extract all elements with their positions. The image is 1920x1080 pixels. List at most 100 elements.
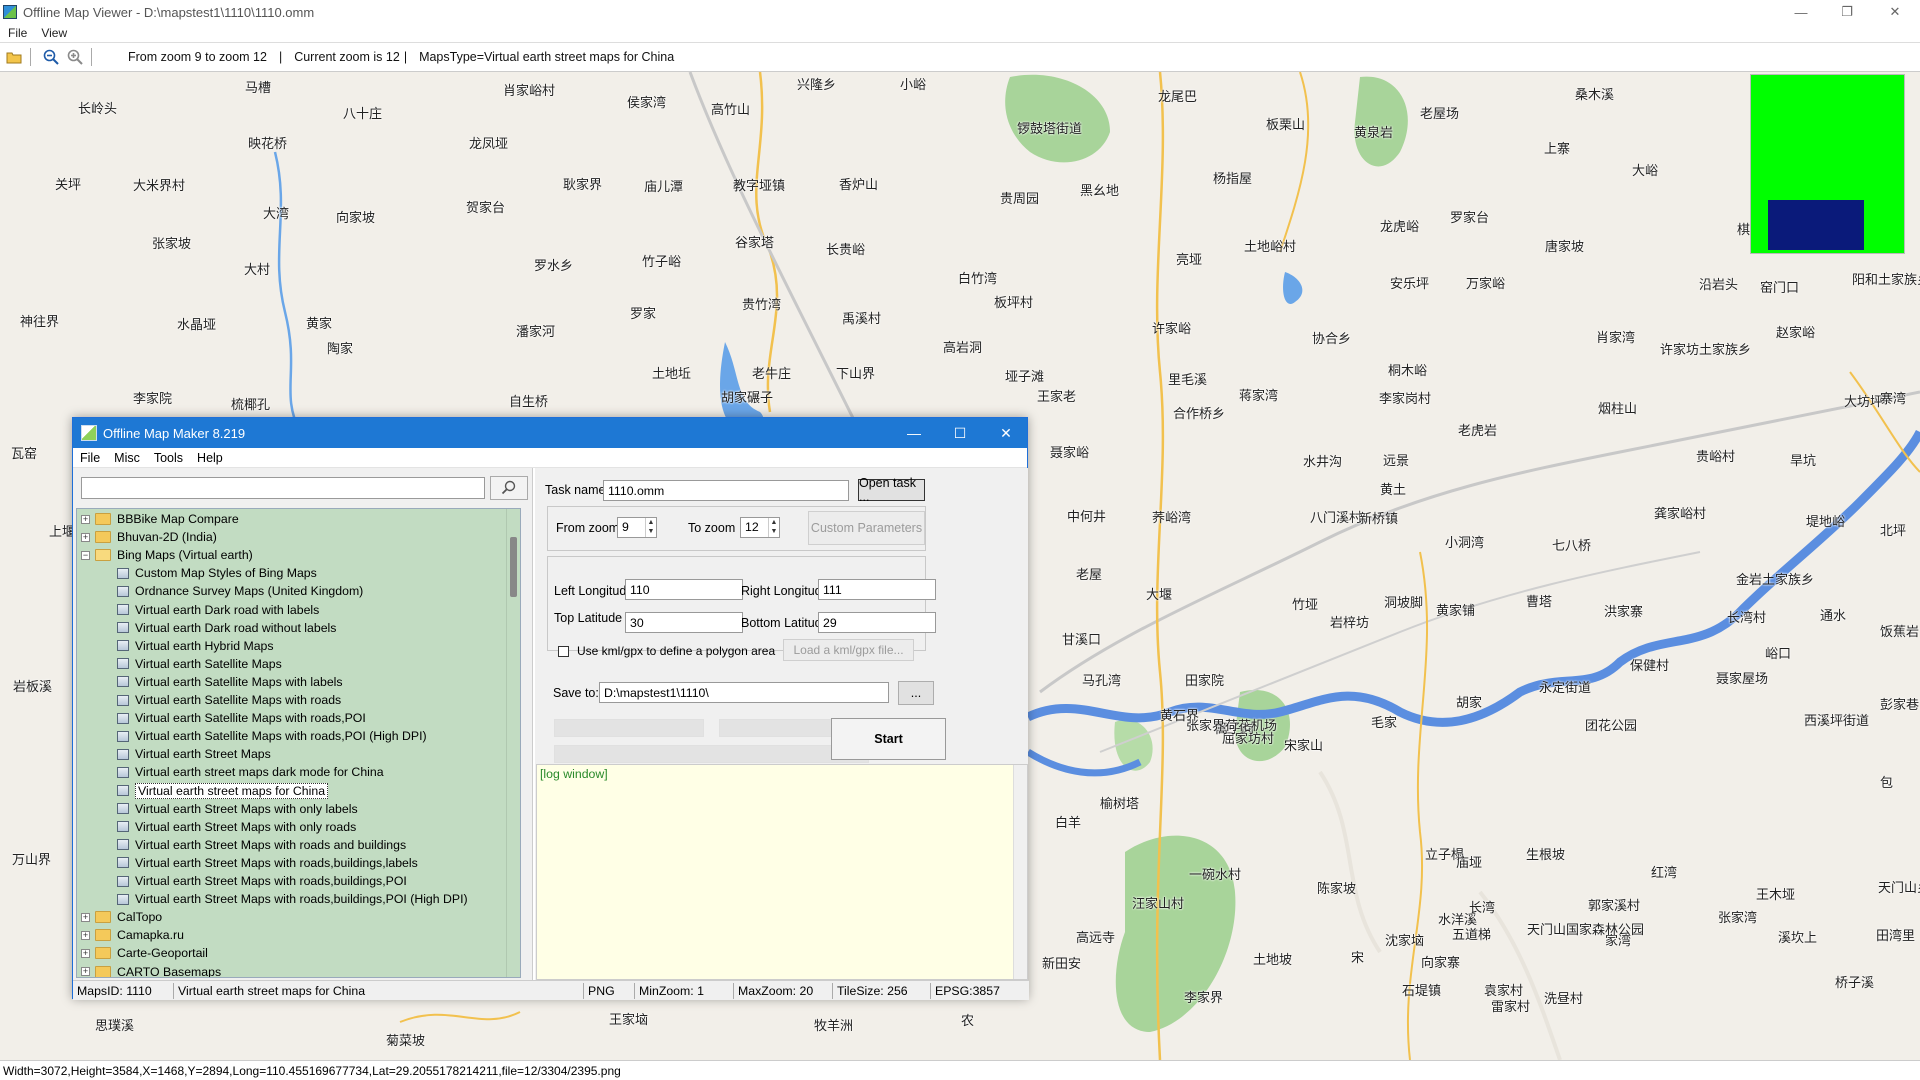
- expand-icon[interactable]: +: [81, 912, 90, 922]
- tree-item-label: Virtual earth Street Maps with only labe…: [135, 801, 358, 816]
- map-place-label: 胡家碾子: [721, 390, 774, 405]
- progress-bar-total: [554, 745, 869, 763]
- map-place-label: 合作桥乡: [1173, 406, 1226, 421]
- tree-map-item[interactable]: Virtual earth Street Maps with roads,bui…: [117, 854, 418, 872]
- close-button[interactable]: ✕: [1872, 0, 1918, 24]
- search-button[interactable]: [490, 476, 528, 500]
- expand-icon[interactable]: +: [81, 532, 90, 542]
- map-place-label: 聂家屋场: [1716, 671, 1769, 686]
- minimize-button[interactable]: —: [1778, 0, 1824, 24]
- from-zoom-spinner[interactable]: 9 ▲ ▼: [617, 517, 657, 538]
- expand-icon[interactable]: +: [81, 967, 90, 976]
- tree-folder-item[interactable]: + Camapka.ru: [81, 926, 184, 944]
- right-longitude-input[interactable]: [818, 579, 936, 600]
- map-place-label: 陈家坡: [1317, 881, 1357, 896]
- to-zoom-spinner[interactable]: 12 ▲ ▼: [740, 517, 780, 538]
- spinner-arrows-icon[interactable]: ▲ ▼: [768, 518, 779, 537]
- tree-map-item[interactable]: Virtual earth street maps for China: [117, 782, 329, 800]
- dialog-maximize-button[interactable]: ☐: [937, 418, 983, 448]
- map-place-label: 永定街道: [1539, 680, 1592, 695]
- start-button[interactable]: Start: [831, 718, 946, 760]
- map-place-label: 王家老: [1037, 389, 1077, 404]
- collapse-icon[interactable]: −: [81, 550, 90, 560]
- tree-folder-item[interactable]: + Bhuvan-2D (India): [81, 528, 217, 546]
- tree-map-item[interactable]: Virtual earth Street Maps with only labe…: [117, 800, 358, 818]
- open-task-button[interactable]: Open task ...: [858, 476, 925, 504]
- dialog-menu-help[interactable]: Help: [197, 451, 223, 465]
- map-place-label: 峪口: [1765, 646, 1792, 661]
- tree-map-item[interactable]: Virtual earth Satellite Maps with roads,…: [117, 709, 366, 727]
- dialog-close-button[interactable]: ✕: [983, 418, 1029, 448]
- map-place-label: 龙凤垭: [469, 136, 509, 151]
- search-input[interactable]: [81, 477, 485, 499]
- log-window[interactable]: [log window]: [536, 764, 1028, 980]
- tree-scrollbar[interactable]: [506, 509, 520, 977]
- map-place-label: 五道梯: [1452, 927, 1492, 942]
- spinner-arrows-icon[interactable]: ▲ ▼: [645, 518, 656, 537]
- tree-map-item[interactable]: Virtual earth Street Maps with roads,bui…: [117, 890, 468, 908]
- toolbar-divider: [30, 48, 31, 66]
- log-scrollbar[interactable]: [1013, 765, 1027, 979]
- minimap-viewport[interactable]: [1768, 200, 1864, 250]
- tree-map-item[interactable]: Virtual earth Street Maps: [117, 745, 271, 763]
- bottom-latitude-input[interactable]: [818, 612, 936, 633]
- map-place-label: 上寨: [1544, 141, 1571, 156]
- tree-folder-item[interactable]: + CARTO Basemaps: [81, 963, 221, 977]
- tree-folder-item[interactable]: − Bing Maps (Virtual earth): [81, 546, 253, 564]
- tree-map-item[interactable]: Custom Map Styles of Bing Maps: [117, 564, 317, 582]
- map-place-label: 教字垭镇: [733, 178, 786, 193]
- tree-map-item[interactable]: Virtual earth Hybrid Maps: [117, 637, 274, 655]
- dialog-menu-misc[interactable]: Misc: [114, 451, 140, 465]
- tree-map-item[interactable]: Virtual earth Dark road with labels: [117, 601, 319, 619]
- tree-map-item[interactable]: Virtual earth Street Maps with roads and…: [117, 836, 406, 854]
- tree-map-item[interactable]: Virtual earth street maps dark mode for …: [117, 763, 384, 781]
- expand-icon[interactable]: +: [81, 948, 90, 958]
- dialog-menu-tools[interactable]: Tools: [154, 451, 183, 465]
- tree-folder-item[interactable]: + BBBike Map Compare: [81, 510, 239, 528]
- tree-map-item[interactable]: Virtual earth Dark road without labels: [117, 619, 336, 637]
- save-to-input[interactable]: [599, 682, 889, 703]
- dialog-minimize-button[interactable]: —: [891, 418, 937, 448]
- zoom-in-icon[interactable]: [65, 47, 85, 67]
- tree-map-item[interactable]: Virtual earth Satellite Maps with roads: [117, 691, 341, 709]
- minimap[interactable]: [1750, 74, 1905, 254]
- map-icon: [117, 893, 129, 905]
- top-latitude-input[interactable]: [625, 612, 743, 633]
- menu-view[interactable]: View: [41, 26, 67, 40]
- maps-tree[interactable]: + BBBike Map Compare + Bhuvan-2D (India) − Bi…: [76, 508, 521, 978]
- tree-scrollbar-thumb[interactable]: [510, 537, 517, 597]
- map-icon: [117, 803, 129, 815]
- left-longitude-input[interactable]: [625, 579, 743, 600]
- load-kml-button[interactable]: Load a kml/gpx file...: [783, 639, 914, 661]
- kml-checkbox[interactable]: [558, 646, 569, 657]
- zoom-out-icon[interactable]: [41, 47, 61, 67]
- tree-map-item[interactable]: Virtual earth Satellite Maps with roads,…: [117, 727, 427, 745]
- maps-type-text: MapsType=Virtual earth street maps for C…: [419, 50, 675, 64]
- tree-folder-item[interactable]: + Carte-Geoportail: [81, 944, 208, 962]
- tree-map-item[interactable]: Virtual earth Street Maps with roads,bui…: [117, 872, 407, 890]
- map-place-label: 包: [1880, 775, 1894, 790]
- tree-map-item[interactable]: Virtual earth Street Maps with only road…: [117, 818, 356, 836]
- browse-button[interactable]: ...: [898, 681, 934, 705]
- map-place-label: 锣鼓塔街道: [1017, 121, 1083, 136]
- maximize-button[interactable]: ❐: [1824, 0, 1870, 24]
- tree-map-item[interactable]: Ordnance Survey Maps (United Kingdom): [117, 582, 363, 600]
- map-place-label: 菊菜坡: [386, 1033, 426, 1048]
- map-place-label: 万山界: [12, 852, 52, 867]
- tree-map-item[interactable]: Virtual earth Satellite Maps with labels: [117, 673, 343, 691]
- tree-folder-item[interactable]: + CalTopo: [81, 908, 162, 926]
- map-place-label: 中何井: [1067, 509, 1107, 524]
- map-place-label: 远景: [1383, 453, 1410, 468]
- expand-icon[interactable]: +: [81, 930, 90, 940]
- tree-map-item[interactable]: Virtual earth Satellite Maps: [117, 655, 282, 673]
- kml-checkbox-label[interactable]: Use kml/gpx to define a polygon area: [577, 644, 775, 658]
- task-name-input[interactable]: [603, 480, 849, 501]
- open-folder-icon[interactable]: [4, 47, 24, 67]
- map-place-label: 张家湾: [1718, 910, 1758, 925]
- expand-icon[interactable]: +: [81, 514, 90, 524]
- dialog-menu-file[interactable]: File: [80, 451, 100, 465]
- custom-parameters-button[interactable]: Custom Parameters: [808, 511, 925, 545]
- map-place-label: 郭家溪村: [1588, 898, 1641, 913]
- tree-item-label: Virtual earth Satellite Maps with roads: [135, 693, 342, 707]
- menu-file[interactable]: File: [8, 26, 27, 40]
